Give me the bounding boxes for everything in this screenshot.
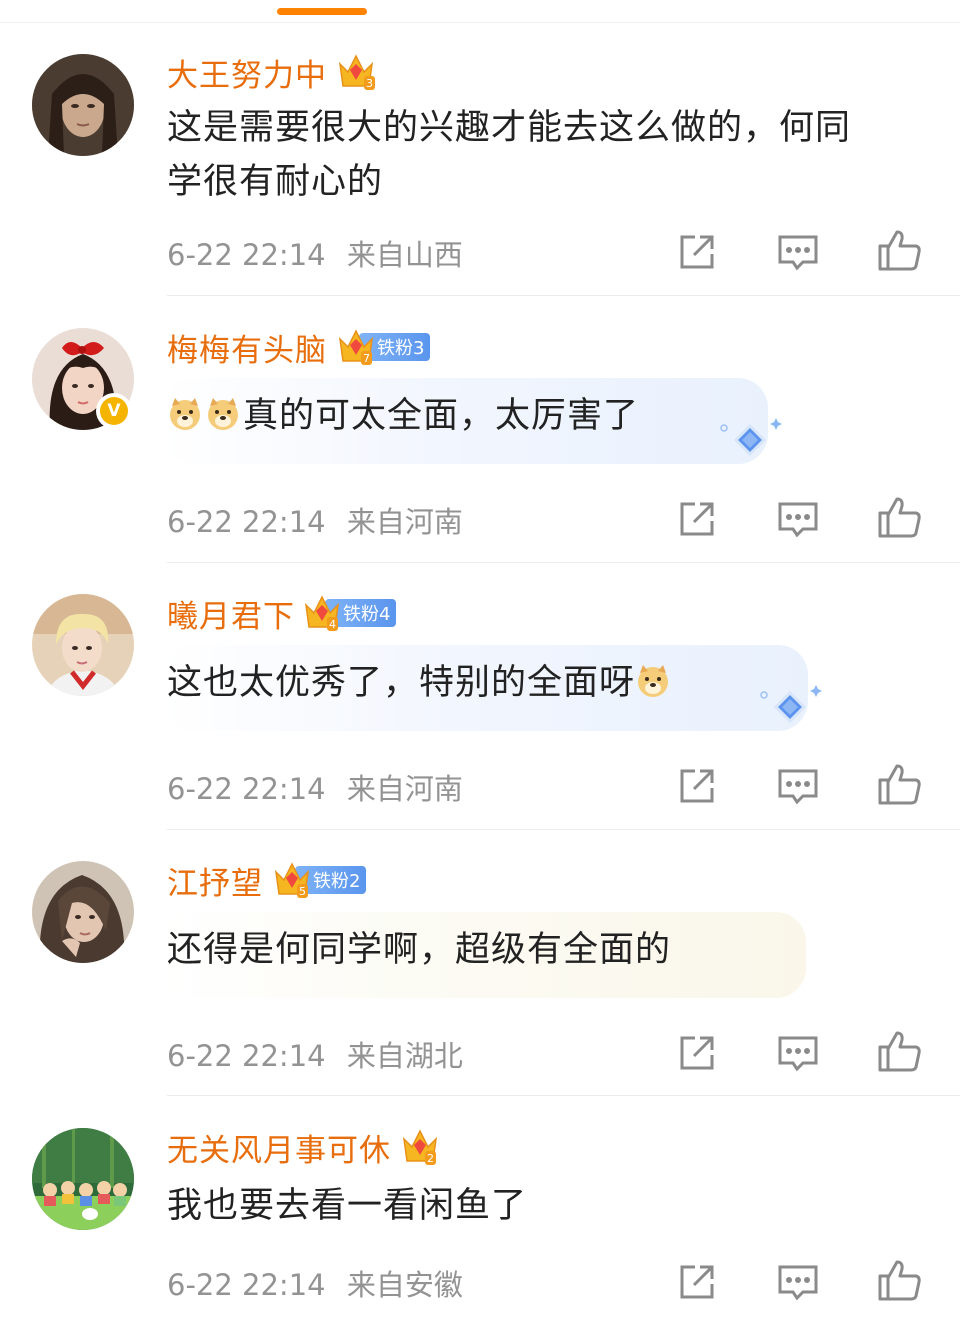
divider — [167, 829, 960, 830]
like-icon[interactable] — [876, 493, 924, 541]
diamond-decoration-icon — [760, 685, 822, 724]
svg-text:2: 2 — [427, 1152, 434, 1165]
doge-emoji-icon — [205, 394, 241, 430]
comment-text: 我也要去看一看闲鱼了 — [167, 1186, 528, 1226]
header-divider — [0, 22, 960, 23]
timestamp: 6-22 22:14 — [167, 772, 326, 806]
username[interactable]: 江抒望 — [167, 858, 263, 903]
avatar[interactable] — [32, 594, 134, 696]
doge-emoji-icon — [635, 661, 671, 697]
avatar[interactable] — [32, 1128, 134, 1230]
share-icon[interactable] — [673, 228, 721, 276]
tab-indicator — [277, 8, 367, 15]
timestamp: 6-22 22:14 — [167, 238, 326, 272]
diamond-decoration-icon — [720, 418, 782, 457]
share-icon[interactable] — [673, 495, 721, 543]
share-icon[interactable] — [673, 1029, 721, 1077]
crown-badge-icon: 2 — [401, 1127, 439, 1167]
comment-icon[interactable] — [774, 495, 822, 543]
svg-text:4: 4 — [329, 618, 336, 631]
username[interactable]: 曦月君下 — [167, 591, 295, 636]
divider — [167, 295, 960, 296]
timestamp: 6-22 22:14 — [167, 1039, 326, 1073]
comment-text: 这也太优秀了，特别的全面呀 — [167, 656, 673, 710]
like-icon[interactable] — [876, 760, 924, 808]
svg-text:3: 3 — [366, 77, 373, 90]
location: 来自湖北 — [346, 1039, 463, 1073]
timestamp: 6-22 22:14 — [167, 1268, 326, 1302]
location: 来自安徽 — [346, 1268, 463, 1302]
comment-text: 这是需要很大的兴趣才能去这么做的，何同 — [167, 108, 852, 148]
crown-badge-icon: 3 — [337, 52, 375, 92]
like-icon[interactable] — [876, 1256, 924, 1304]
location: 来自山西 — [346, 238, 463, 272]
comment-text: 真的可太全面，太厉害了 — [167, 389, 639, 443]
svg-text:7: 7 — [363, 352, 370, 365]
like-icon[interactable] — [876, 226, 924, 274]
location: 来自河南 — [346, 505, 463, 539]
avatar[interactable] — [32, 54, 134, 156]
like-icon[interactable] — [876, 1027, 924, 1075]
crown-badge-icon: 5 — [273, 860, 311, 900]
share-icon[interactable] — [673, 1258, 721, 1306]
share-icon[interactable] — [673, 762, 721, 810]
comment-text: 学很有耐心的 — [167, 162, 384, 202]
comment-icon[interactable] — [774, 762, 822, 810]
avatar[interactable] — [32, 861, 134, 963]
location: 来自河南 — [346, 772, 463, 806]
divider — [167, 1095, 960, 1096]
comment-icon[interactable] — [774, 1029, 822, 1077]
svg-text:5: 5 — [299, 885, 306, 898]
crown-badge-icon: 4 — [303, 593, 341, 633]
crown-badge-icon: 7 — [337, 327, 375, 367]
username[interactable]: 无关风月事可休 — [167, 1125, 391, 1170]
comment-icon[interactable] — [774, 1258, 822, 1306]
username[interactable]: 大王努力中 — [167, 50, 327, 95]
username[interactable]: 梅梅有头脑 — [167, 325, 327, 370]
comment-text: 还得是何同学啊，超级有全面的 — [167, 930, 672, 970]
comment-icon[interactable] — [774, 228, 822, 276]
divider — [167, 562, 960, 563]
timestamp: 6-22 22:14 — [167, 505, 326, 539]
doge-emoji-icon — [167, 394, 203, 430]
verified-icon: V — [96, 393, 132, 429]
